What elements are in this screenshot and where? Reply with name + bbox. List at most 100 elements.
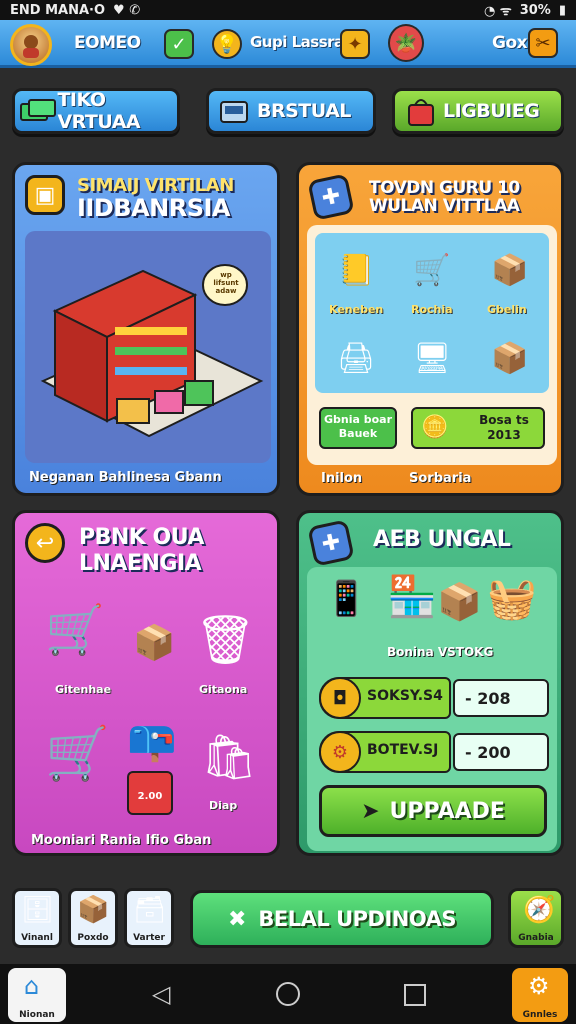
- delivery-button[interactable]: 📦 Poxdo: [68, 888, 118, 948]
- battery-percent: 30%: [519, 2, 551, 18]
- star-icon[interactable]: ✦: [340, 29, 370, 59]
- shopping-cart-icon[interactable]: 🛒: [45, 601, 105, 658]
- tool-item-label: Rochia: [411, 303, 453, 316]
- upgrade-button-label: UPPAADE: [389, 798, 505, 824]
- coin-icon: 🪙: [421, 415, 449, 440]
- store-scene: wp lifsunt adaw: [25, 231, 271, 463]
- building-button[interactable]: LIGBUIEG: [392, 88, 564, 134]
- tools-grid: 📒 Keneben 🛒 Rochia 📦 Gbelin 🖨 🖥 📦: [315, 233, 549, 393]
- book-icon[interactable]: 📒: [325, 241, 387, 299]
- tools-left-button[interactable]: Gbnia boar Bauek: [319, 407, 397, 449]
- compass-icon: 🧭: [523, 895, 556, 925]
- printer-icon[interactable]: 🖨: [325, 329, 387, 387]
- tools-right-label: Bosa ts 2013: [479, 413, 529, 442]
- delivery-box-icon: 📦: [77, 895, 110, 925]
- box-icon: ▣: [25, 175, 65, 215]
- home-tab[interactable]: ⌂ Nionan: [8, 968, 66, 1022]
- radar-button[interactable]: 🧭 Gnabia: [508, 888, 564, 948]
- register-label: BRSTUAL: [257, 100, 351, 122]
- monitor-icon[interactable]: 🖥: [401, 329, 463, 387]
- upgrade-panel[interactable]: ✚ AEB UNGAL 📱 🏪 📦 🧺 Bonina VSTOKG ◘ SOKS…: [296, 510, 564, 856]
- puzzle-icon: ✚: [307, 173, 355, 221]
- stat-row-1: ◘ SOKSY.S4 - 208: [319, 677, 549, 719]
- upgrade-caption: Bonina VSTOKG: [387, 645, 494, 659]
- basket-icon: 🧺: [487, 576, 537, 622]
- shop-panel[interactable]: ↩ PBNK OUA LNAENGIA 🛒 Gitenhae 📦 🗑 Gitao…: [12, 510, 280, 856]
- store-illustration: [40, 264, 264, 438]
- player-avatar[interactable]: [10, 24, 52, 66]
- store-title-2: IIDBANRSIA: [77, 194, 231, 222]
- box-open-icon[interactable]: 📦: [479, 329, 541, 387]
- produce-cart-icon[interactable]: 🛒: [45, 723, 110, 784]
- crate-icon[interactable]: 📦: [479, 241, 541, 299]
- tools-cross-icon: ✖: [227, 906, 247, 932]
- upgrade-button[interactable]: ➤ UPPAADE: [319, 785, 547, 837]
- vendor-label: Varter: [133, 933, 165, 943]
- currency-label: Gupi Lassrar: [250, 33, 351, 51]
- tools-title-2: WULAN VITTLAA: [369, 196, 520, 216]
- bag-icon: [399, 93, 443, 129]
- avatar-icon: [23, 35, 39, 58]
- settings-tab-label: Gnnles: [522, 1010, 558, 1020]
- bin-icon[interactable]: 🗑: [195, 611, 256, 668]
- tools-caption-left: Inilon: [321, 471, 363, 486]
- inventory-button[interactable]: 🗄 Vinanl: [12, 888, 62, 948]
- global-upgrades-button[interactable]: ✖ BELAL UPDINOAS: [190, 890, 494, 948]
- stat-row-2: ⚙ BOTEV.SJ - 200: [319, 731, 549, 773]
- battery-icon: ▮: [558, 2, 566, 18]
- home-circle-icon[interactable]: [276, 982, 300, 1006]
- pot-icon[interactable]: 🪴: [388, 24, 424, 62]
- locker-icon: 🗃: [133, 895, 167, 925]
- upgrade-inner: 📱 🏪 📦 🧺 Bonina VSTOKG ◘ SOKSY.S4 - 208 ⚙…: [307, 567, 557, 851]
- hammer-icon: ➤: [361, 798, 380, 824]
- shop-title-2: LNAENGIA: [79, 551, 202, 576]
- stat2-label: BOTEV.SJ: [367, 742, 439, 758]
- return-icon: ↩: [25, 523, 65, 563]
- check-icon[interactable]: ✓: [164, 29, 194, 59]
- notification-icon: ♥ ✆: [113, 2, 141, 18]
- player-name: EOMEO: [74, 33, 141, 53]
- shopping-bag-icon[interactable]: 🛍: [201, 731, 257, 783]
- vendor-button[interactable]: 🗃 Varter: [124, 888, 174, 948]
- shop-item-label: Gitaona: [199, 683, 248, 696]
- register-button[interactable]: BRSTUAL: [206, 88, 376, 134]
- boxes-icon: 📦: [437, 582, 482, 623]
- price-tag[interactable]: 2.00: [127, 771, 173, 815]
- package-icon[interactable]: 📦: [133, 623, 175, 663]
- store-panel[interactable]: ▣ SIMAIJ VIRTILAN IIDBANRSIA wp lifsunt …: [12, 162, 280, 496]
- recents-icon[interactable]: [404, 984, 426, 1006]
- tool-item-label: Gbelin: [487, 303, 527, 316]
- carrier-text: END MANA·O: [10, 2, 106, 18]
- radar-label: Gnabia: [518, 933, 554, 943]
- status-bar: END MANA·O ♥ ✆ ◔ ᯤ 30% ▮: [0, 0, 576, 20]
- tools-right-button[interactable]: 🪙 Bosa ts 2013: [411, 407, 545, 449]
- upgrade-title: AEB UNGAL: [373, 527, 511, 552]
- gear-icon: ⚙: [528, 972, 550, 1000]
- bulb-icon[interactable]: 💡: [212, 29, 242, 59]
- inventory-label: Vinanl: [21, 933, 53, 943]
- shop-item-label: Gitenhae: [55, 683, 112, 696]
- mailbox-icon[interactable]: 📪: [127, 717, 177, 764]
- stat1-label: SOKSY.S4: [367, 688, 443, 704]
- cash-icon: [19, 93, 57, 129]
- vending-icon: 🏪: [387, 574, 437, 620]
- shop-caption: Mooniari Rania Ifio Gban: [31, 833, 212, 848]
- tools-panel[interactable]: ✚ TOVDN GURU 10 WULAN VITTLAA 📒 Keneben …: [296, 162, 564, 496]
- global-upgrades-label: BELAL UPDINOAS: [258, 907, 457, 931]
- gems-label: Gox: [492, 33, 528, 53]
- gold-coin-icon: ◘: [319, 677, 361, 719]
- gear-coin-icon: ⚙: [319, 731, 361, 773]
- settings-icon[interactable]: ✂: [528, 28, 558, 58]
- virtual-store-label: TIKO VRTUAA: [57, 89, 141, 133]
- system-nav-bar: ⌂ Nionan ◁ ⚙ Gnnles: [0, 964, 576, 1024]
- store-caption: Neganan Bahlinesa Gbann: [29, 470, 222, 485]
- cart-tool-icon[interactable]: 🛒: [401, 241, 463, 299]
- back-icon[interactable]: ◁: [152, 980, 170, 1008]
- wrench-icon: ✚: [307, 519, 355, 567]
- home-tab-label: Nionan: [19, 1010, 55, 1020]
- building-label: LIGBUIEG: [443, 100, 540, 122]
- speech-bubble-text: wp lifsunt adaw: [213, 271, 239, 295]
- virtual-store-button[interactable]: TIKO VRTUAA: [12, 88, 180, 134]
- tools-inner: 📒 Keneben 🛒 Rochia 📦 Gbelin 🖨 🖥 📦 Gbnia …: [307, 225, 557, 465]
- settings-tab[interactable]: ⚙ Gnnles: [512, 968, 568, 1022]
